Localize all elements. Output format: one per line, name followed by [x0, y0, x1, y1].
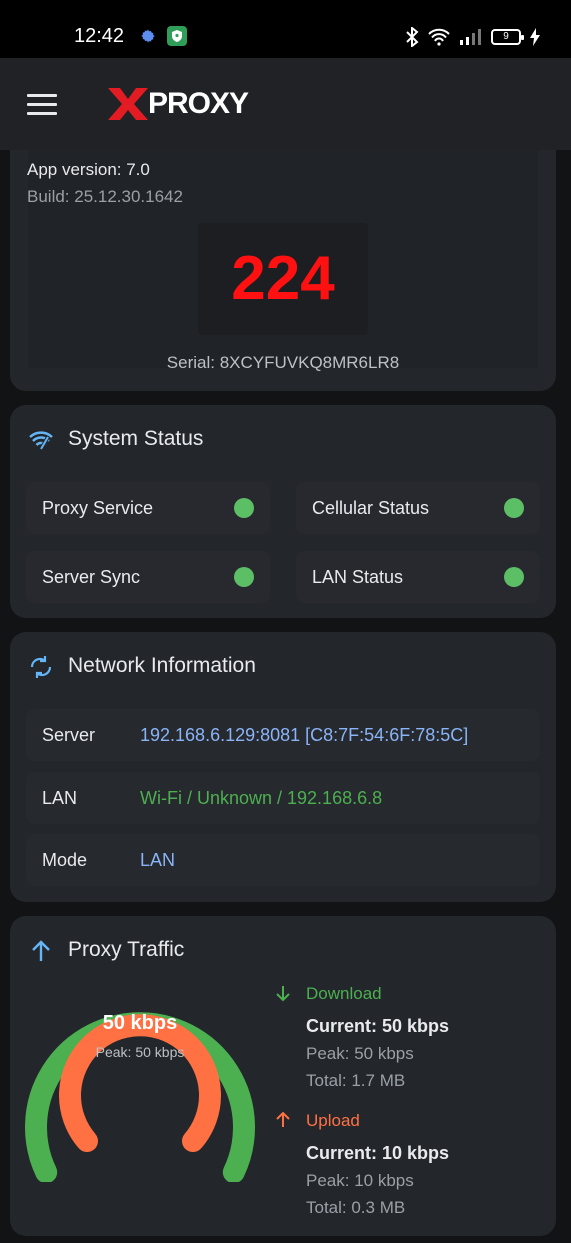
network-value: 192.168.6.129:8081 [C8:7F:54:6F:78:5C] — [140, 725, 469, 745]
proxy-traffic-title: Proxy Traffic — [68, 938, 185, 961]
status-label: Proxy Service — [42, 498, 154, 518]
status-cellular: Cellular Status — [296, 482, 540, 534]
status-indicator — [234, 567, 254, 587]
network-row-mode: Mode LAN — [26, 834, 540, 886]
upload-label: Upload — [306, 1111, 360, 1130]
system-status-card: System Status Proxy Service Cellular Sta… — [10, 405, 556, 618]
network-value: LAN — [140, 850, 176, 870]
status-server-sync: Server Sync — [26, 551, 270, 603]
app-bar: PROXY — [0, 58, 571, 150]
network-row-server: Server 192.168.6.129:8081 [C8:7F:54:6F:7… — [26, 709, 540, 761]
app-logo: PROXY — [106, 86, 249, 122]
status-indicator — [504, 498, 524, 518]
status-label: Server Sync — [42, 567, 141, 587]
status-label: LAN Status — [312, 567, 404, 587]
gauge-value: 50 kbps — [102, 1012, 178, 1034]
upload-arrow-icon — [276, 1111, 290, 1127]
logo-x-mark — [108, 88, 148, 120]
download-arrow-icon — [276, 986, 290, 1002]
build-number: Build: 25.12.30.1642 — [27, 187, 183, 206]
wifi-status-icon — [29, 431, 53, 451]
proxy-traffic-card: Proxy Traffic 50 kbps Peak: 50 kbps Down… — [10, 916, 556, 1236]
signal-icon — [460, 29, 481, 45]
serial-number: Serial: 8XCYFUVKQ8MR6LR8 — [166, 353, 400, 372]
status-indicator — [234, 498, 254, 518]
network-label: Server — [42, 725, 96, 745]
status-lan: LAN Status — [296, 551, 540, 603]
logo-text: PROXY — [148, 87, 249, 120]
device-info-card: App version: 7.0 Build: 25.12.30.1642 22… — [10, 150, 556, 391]
system-status-title: System Status — [68, 427, 204, 450]
counter-value: 224 — [231, 244, 335, 313]
download-current: Current: 50 kbps — [306, 1016, 450, 1036]
network-information-card: Network Information Server 192.168.6.129… — [10, 632, 556, 902]
system-indicators: 9 — [405, 26, 541, 48]
menu-hamburger-icon[interactable] — [27, 94, 57, 116]
upload-peak: Peak: 10 kbps — [306, 1171, 414, 1190]
status-bar: 12:42 9 — [0, 0, 571, 58]
upload-current: Current: 10 kbps — [306, 1143, 450, 1163]
status-proxy-service: Proxy Service — [26, 482, 270, 534]
bluetooth-icon — [406, 27, 419, 47]
vpn-shield-icon — [167, 26, 187, 46]
battery-icon: 9 — [491, 29, 524, 45]
main-content[interactable]: App version: 7.0 Build: 25.12.30.1642 22… — [0, 150, 571, 1243]
status-label: Cellular Status — [312, 498, 430, 518]
network-label: Mode — [42, 850, 88, 870]
network-sync-icon — [30, 656, 52, 678]
download-label: Download — [306, 984, 382, 1003]
network-value: Wi-Fi / Unknown / 192.168.6.8 — [140, 788, 383, 808]
network-row-lan: LAN Wi-Fi / Unknown / 192.168.6.8 — [26, 772, 540, 824]
charging-bolt-icon — [530, 28, 540, 46]
download-total: Total: 1.7 MB — [306, 1071, 406, 1090]
status-time: 12:42 — [74, 25, 125, 47]
network-information-title: Network Information — [68, 654, 256, 677]
network-label: LAN — [42, 788, 78, 808]
app-version: App version: 7.0 — [27, 160, 150, 179]
upload-total: Total: 0.3 MB — [306, 1198, 406, 1217]
settings-gear-icon — [141, 29, 155, 43]
wifi-icon — [428, 28, 450, 46]
download-peak: Peak: 50 kbps — [306, 1044, 414, 1063]
status-indicator — [504, 567, 524, 587]
counter-box: 224 — [198, 223, 368, 335]
arrow-up-icon — [32, 940, 50, 961]
gauge-peak: Peak: 50 kbps — [95, 1044, 185, 1060]
